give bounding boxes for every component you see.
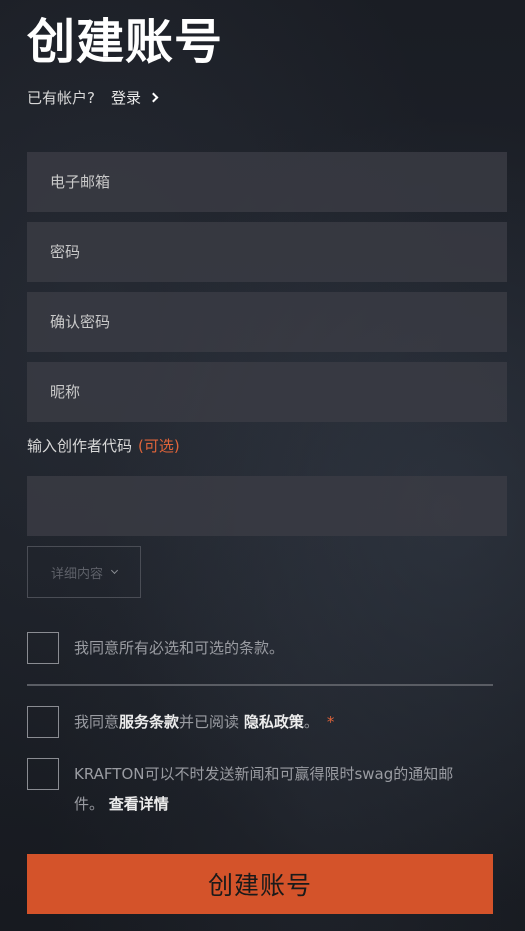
details-label: 详细内容	[50, 566, 103, 582]
confirm-password-input[interactable]	[27, 292, 507, 352]
terms-of-service-link[interactable]: 服务条款	[119, 713, 179, 731]
required-mark: *	[326, 713, 335, 731]
creator-code-input[interactable]	[27, 476, 507, 536]
agree-terms-text: 我同意服务条款并已阅读 隐私政策。 *	[74, 707, 334, 737]
email-input[interactable]	[27, 152, 507, 212]
chevron-right-icon	[148, 92, 159, 102]
details-dropdown-button[interactable]: 详细内容	[27, 546, 141, 598]
and-read-text: 并已阅读	[179, 713, 240, 731]
view-details-link[interactable]: 查看详情	[109, 795, 169, 813]
period-text: 。	[303, 713, 319, 731]
creator-code-label-text: 输入创作者代码	[27, 437, 133, 455]
page-title: 创建账号	[27, 14, 224, 70]
password-input[interactable]	[27, 222, 507, 282]
login-link-label: 登录	[110, 88, 141, 107]
nickname-input[interactable]	[27, 362, 507, 422]
agree-prefix: 我同意	[74, 713, 120, 731]
creator-code-optional: (可选)	[138, 437, 180, 455]
agree-all-checkbox[interactable]	[27, 632, 59, 664]
login-link[interactable]: 登录	[110, 87, 159, 108]
create-account-button[interactable]: 创建账号	[27, 854, 493, 914]
agree-all-text: 我同意所有必选和可选的条款。	[74, 639, 285, 657]
creator-code-label: 输入创作者代码 (可选)	[27, 436, 180, 456]
chevron-down-icon	[110, 566, 119, 575]
privacy-policy-link[interactable]: 隐私政策	[244, 713, 304, 731]
login-row: 已有帐户? 登录	[27, 86, 159, 108]
newsletter-checkbox[interactable]	[27, 758, 59, 790]
agree-terms-checkbox[interactable]	[27, 706, 59, 738]
have-account-text: 已有帐户?	[27, 88, 95, 107]
newsletter-text: KRAFTON可以不时发送新闻和可赢得限时swag的通知邮件。 查看详情	[74, 759, 474, 819]
divider	[27, 684, 493, 686]
